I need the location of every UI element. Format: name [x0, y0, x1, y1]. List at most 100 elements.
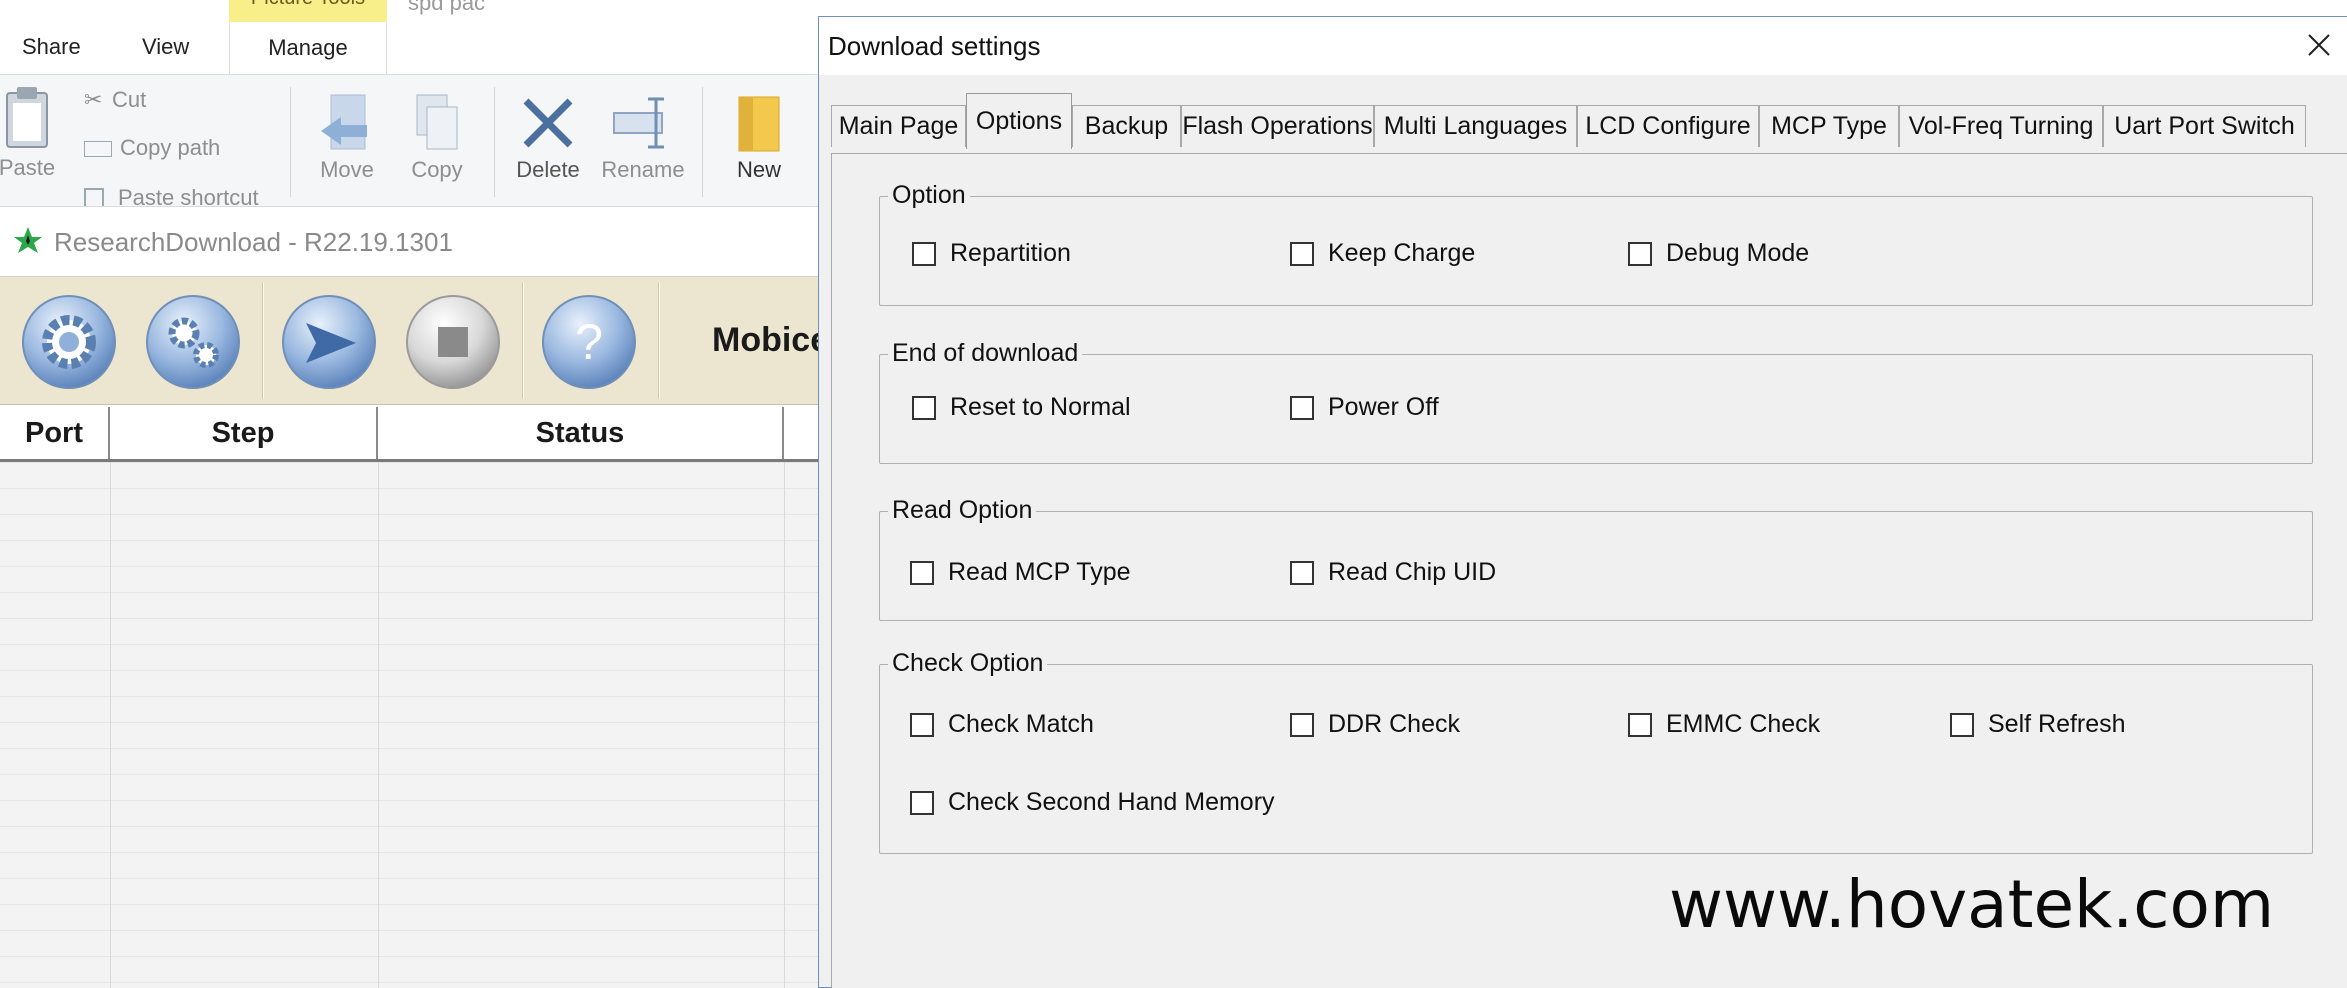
cut-label: Cut — [112, 87, 147, 112]
picture-tools-context-tab[interactable]: Picture Tools — [229, 0, 387, 22]
column-header-step[interactable]: Step — [110, 407, 378, 459]
tab-mcp-type[interactable]: MCP Type — [1759, 105, 1899, 147]
clipboard-icon — [6, 87, 48, 148]
watermark: www.hovatek.com — [1669, 866, 2275, 943]
picture-tools-label: Picture Tools — [251, 0, 365, 9]
checkbox-box[interactable] — [910, 712, 934, 737]
port-grid-body — [0, 462, 820, 988]
app-logo-icon — [14, 227, 42, 253]
toolbar-separator — [658, 283, 660, 399]
copy-to-icon — [416, 94, 458, 150]
copy-path-icon — [84, 141, 112, 158]
research-download-titlebar: ResearchDownload - R22.19.1301 — [0, 207, 820, 277]
new-label: New — [736, 157, 781, 182]
tab-options[interactable]: Options — [966, 93, 1072, 149]
tab-backup[interactable]: Backup — [1072, 105, 1181, 147]
self-refresh-checkbox[interactable]: Self Refresh — [1950, 710, 2126, 739]
read-option-group: Read Option Read MCP Type Read Chip UID — [879, 496, 2313, 621]
emmc-check-label: EMMC Check — [1666, 710, 1821, 738]
checkbox-box[interactable] — [912, 395, 936, 420]
repartition-label: Repartition — [950, 239, 1071, 267]
explorer-ribbon: Paste ✂ Cut Copy path Paste shortcut Move… — [0, 74, 820, 207]
ddr-check-label: DDR Check — [1328, 710, 1460, 738]
tab-manage[interactable]: Manage — [229, 22, 387, 74]
paste-label: Paste — [0, 155, 56, 180]
power-off-checkbox[interactable]: Power Off — [1290, 393, 1439, 422]
paste-shortcut-icon — [84, 188, 104, 206]
copy-button[interactable]: Copy — [402, 93, 472, 183]
checkbox-box[interactable] — [910, 790, 934, 815]
checkbox-box[interactable] — [1290, 712, 1314, 737]
paste-shortcut-label: Paste shortcut — [118, 185, 259, 207]
close-icon[interactable] — [2301, 27, 2337, 63]
self-refresh-label: Self Refresh — [1988, 710, 2126, 738]
column-header-port[interactable]: Port — [0, 407, 110, 459]
checkbox-box[interactable] — [910, 560, 934, 585]
read-mcp-type-checkbox[interactable]: Read MCP Type — [910, 558, 1131, 587]
explorer-file-name: spd pac — [408, 0, 486, 15]
checkbox-box[interactable] — [1628, 712, 1652, 737]
play-icon[interactable] — [280, 293, 378, 391]
delete-label: Delete — [516, 157, 580, 182]
tab-multi-languages[interactable]: Multi Languages — [1374, 105, 1577, 147]
check-option-group: Check Option Check Match DDR Check EMMC … — [879, 649, 2313, 854]
emmc-check-checkbox[interactable]: EMMC Check — [1628, 710, 1820, 739]
tab-lcd-configure[interactable]: LCD Configure — [1577, 105, 1759, 147]
column-header-status[interactable]: Status — [378, 407, 784, 459]
new-folder-button[interactable]: New — [722, 93, 796, 183]
tab-main-page[interactable]: Main Page — [831, 105, 966, 147]
brand-label: Mobicel — [712, 321, 820, 359]
rename-button[interactable]: Rename — [598, 93, 688, 183]
tab-flash-operations[interactable]: Flash Operations — [1181, 105, 1374, 147]
cut-button[interactable]: ✂ Cut — [84, 87, 146, 113]
checkbox-box[interactable] — [1950, 712, 1974, 737]
debug-mode-checkbox[interactable]: Debug Mode — [1628, 239, 1809, 268]
dialog-title: Download settings — [828, 31, 1041, 61]
read-option-group-title: Read Option — [888, 496, 1037, 524]
toolbar-separator — [262, 283, 264, 399]
stop-icon[interactable] — [404, 293, 502, 391]
tab-share[interactable]: Share — [22, 34, 81, 60]
gears-icon[interactable] — [144, 293, 242, 391]
checkbox-box[interactable] — [912, 241, 936, 266]
move-button[interactable]: Move — [312, 93, 382, 183]
read-chip-uid-checkbox[interactable]: Read Chip UID — [1290, 558, 1496, 587]
grid-divider — [110, 462, 111, 988]
dialog-titlebar: Download settings — [819, 17, 2347, 75]
help-icon[interactable]: ? — [540, 293, 638, 391]
reset-to-normal-checkbox[interactable]: Reset to Normal — [912, 393, 1131, 422]
copy-label: Copy — [411, 157, 463, 182]
keep-charge-label: Keep Charge — [1328, 239, 1476, 267]
check-match-label: Check Match — [948, 710, 1094, 738]
repartition-checkbox[interactable]: Repartition — [912, 239, 1071, 268]
settings-tab-strip: Main Page Options Backup Flash Operation… — [831, 93, 2347, 155]
checkbox-box[interactable] — [1628, 241, 1652, 266]
read-mcp-type-label: Read MCP Type — [948, 558, 1131, 586]
copy-path-button[interactable]: Copy path — [84, 135, 220, 161]
folder-icon — [738, 96, 780, 152]
checkbox-box[interactable] — [1290, 395, 1314, 420]
checkbox-box[interactable] — [1290, 241, 1314, 266]
download-settings-dialog: Download settings Main Page Options Back… — [818, 16, 2347, 988]
delete-button[interactable]: Delete — [510, 93, 586, 183]
check-second-hand-memory-checkbox[interactable]: Check Second Hand Memory — [910, 788, 1275, 817]
tab-vol-freq-turning[interactable]: Vol-Freq Turning — [1899, 105, 2103, 147]
end-of-download-group: End of download Reset to Normal Power Of… — [879, 339, 2313, 464]
move-to-icon — [321, 94, 367, 150]
debug-mode-label: Debug Mode — [1666, 239, 1810, 267]
checkbox-box[interactable] — [1290, 560, 1314, 585]
tab-uart-port-switch[interactable]: Uart Port Switch — [2103, 105, 2306, 147]
paste-button[interactable]: Paste — [0, 85, 62, 181]
ddr-check-checkbox[interactable]: DDR Check — [1290, 710, 1460, 739]
paste-shortcut-button[interactable]: Paste shortcut — [84, 185, 259, 207]
keep-charge-checkbox[interactable]: Keep Charge — [1290, 239, 1475, 268]
rename-label: Rename — [601, 157, 685, 182]
end-of-download-group-title: End of download — [888, 339, 1083, 367]
tab-view[interactable]: View — [142, 34, 189, 60]
check-match-checkbox[interactable]: Check Match — [910, 710, 1094, 739]
gear-icon[interactable] — [20, 293, 118, 391]
option-group-title: Option — [888, 181, 970, 209]
reset-to-normal-label: Reset to Normal — [950, 393, 1131, 421]
check-option-group-title: Check Option — [888, 649, 1048, 677]
option-group: Option Repartition Keep Charge Debug Mod… — [879, 181, 2313, 306]
